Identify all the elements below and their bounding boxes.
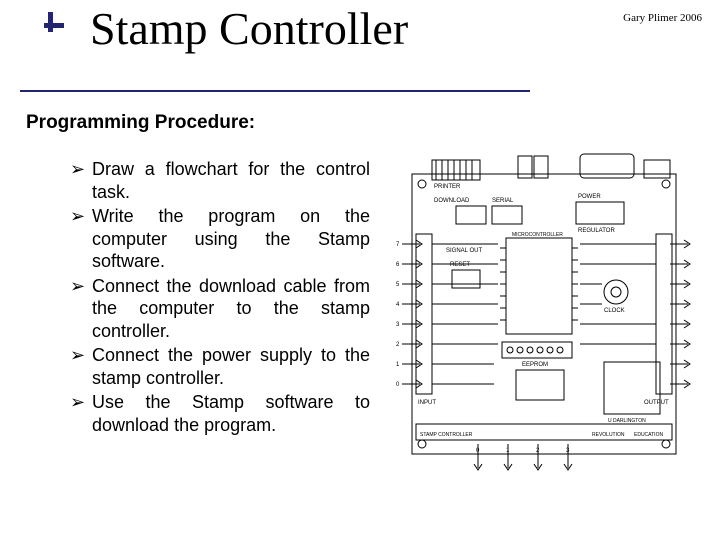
label-serial: SERIAL — [492, 198, 514, 204]
label-regulator: REGULATOR — [578, 228, 615, 234]
pin-label: 7 — [396, 242, 400, 248]
pin-label: 2 — [396, 342, 400, 348]
pin-label: 1 — [506, 448, 510, 454]
label-download: DOWNLOAD — [434, 198, 470, 204]
list-item: ➢ Connect the download cable from the co… — [70, 275, 370, 343]
bullet-text: Write the program on the computer using … — [92, 205, 370, 273]
pin-label: 2 — [536, 448, 540, 454]
bullet-arrow-icon: ➢ — [70, 205, 92, 273]
bullet-text: Connect the download cable from the comp… — [92, 275, 370, 343]
label-brand-b: EDUCATION — [634, 432, 663, 438]
pin-label: 0 — [476, 448, 480, 454]
bullet-text: Use the Stamp software to download the p… — [92, 391, 370, 436]
list-item: ➢ Write the program on the computer usin… — [70, 205, 370, 273]
corner-mark-icon — [44, 12, 64, 32]
list-item: ➢ Connect the power supply to the stamp … — [70, 344, 370, 389]
bullet-arrow-icon: ➢ — [70, 275, 92, 343]
output-arrows-icon — [670, 240, 690, 388]
label-brand-a: REVOLUTION — [592, 432, 625, 438]
slide-title: Stamp Controller — [90, 2, 408, 55]
section-subheading: Programming Procedure: — [26, 112, 255, 134]
bottom-arrows-icon — [474, 444, 572, 470]
pin-label: 4 — [396, 302, 400, 308]
pin-label: 0 — [396, 382, 400, 388]
pin-label: 5 — [396, 282, 400, 288]
label-printer: PRINTER — [434, 184, 461, 190]
pin-label: 6 — [396, 262, 400, 268]
board-diagram: PRINTER DOWNLOAD SERIAL POWER REGULATOR … — [394, 152, 694, 472]
bullet-text: Connect the power supply to the stamp co… — [92, 344, 370, 389]
bullet-arrow-icon: ➢ — [70, 158, 92, 203]
label-eeprom: EEPROM — [522, 362, 548, 368]
bullet-arrow-icon: ➢ — [70, 344, 92, 389]
label-micro: MICROCONTROLLER — [512, 232, 563, 238]
pin-label: 1 — [396, 362, 400, 368]
label-output: OUTPUT — [644, 400, 669, 406]
label-signal-out: SIGNAL OUT — [446, 248, 482, 254]
bullet-arrow-icon: ➢ — [70, 391, 92, 436]
list-item: ➢ Use the Stamp software to download the… — [70, 391, 370, 436]
bullet-text: Draw a flowchart for the control task. — [92, 158, 370, 203]
pin-label: 3 — [396, 322, 400, 328]
pin-label: 3 — [566, 448, 570, 454]
label-power: POWER — [578, 194, 601, 200]
label-darlington: U DARLINGTON — [608, 418, 646, 424]
slide-root: Stamp Controller Gary Plimer 2006 Progra… — [0, 0, 720, 540]
list-item: ➢ Draw a flowchart for the control task. — [70, 158, 370, 203]
bullet-list: ➢ Draw a flowchart for the control task.… — [70, 158, 370, 438]
label-reset: RESET — [450, 262, 470, 268]
title-rule — [20, 90, 530, 92]
label-input: INPUT — [418, 400, 436, 406]
label-board-title: STAMP CONTROLLER — [420, 432, 473, 438]
label-clock: CLOCK — [604, 308, 625, 314]
attribution-text: Gary Plimer 2006 — [623, 12, 702, 24]
